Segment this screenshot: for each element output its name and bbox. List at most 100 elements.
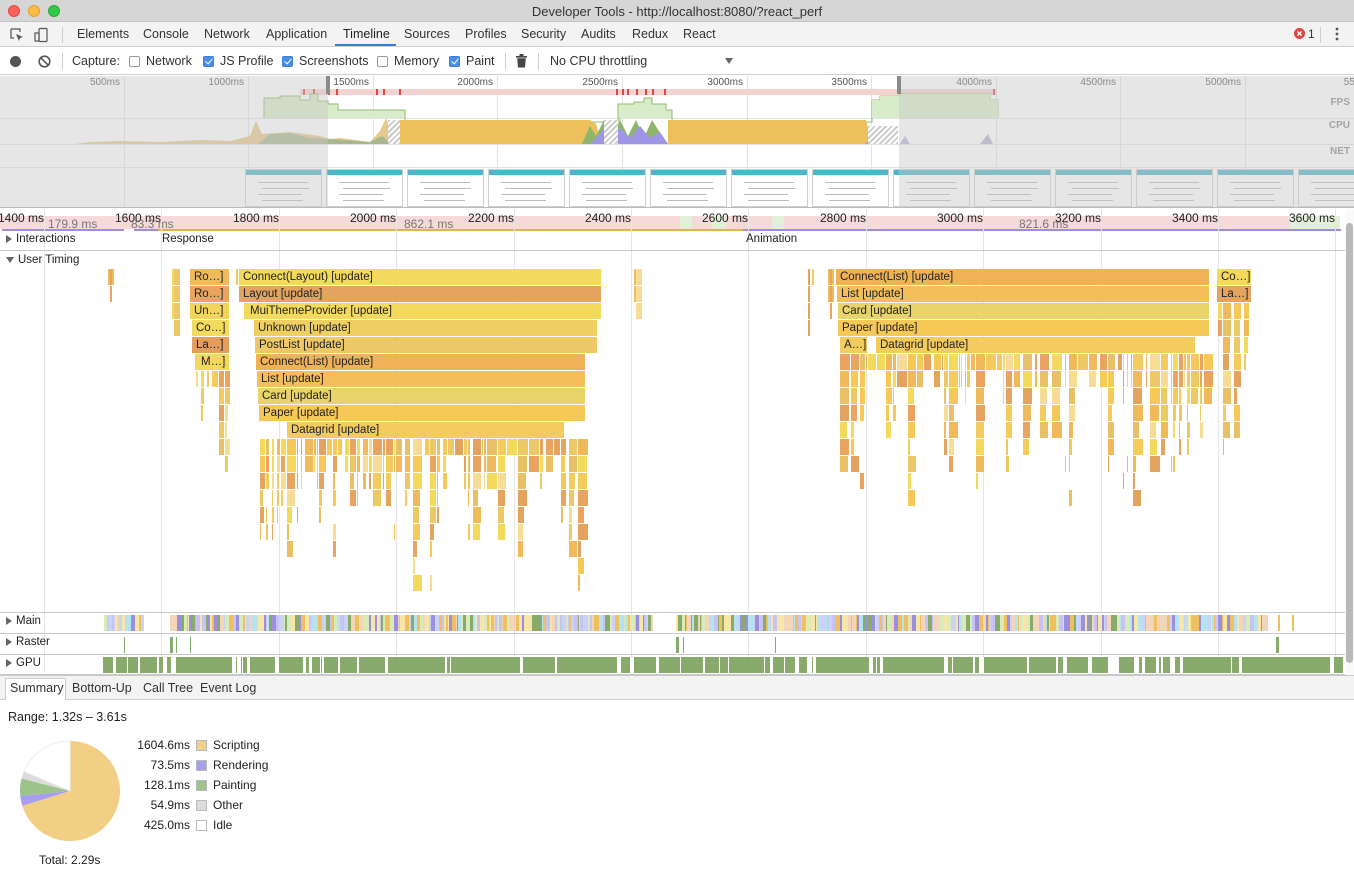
flame-entry[interactable] — [405, 456, 411, 472]
flame-entry[interactable] — [1108, 405, 1113, 421]
flame-entry[interactable] — [1023, 388, 1033, 404]
flame-entry[interactable] — [1123, 456, 1124, 472]
flame-entry[interactable] — [1179, 422, 1181, 438]
flame-entry[interactable] — [808, 269, 810, 285]
flame-entry[interactable] — [498, 524, 506, 540]
flame-entry[interactable] — [1100, 371, 1108, 387]
flame-entry[interactable] — [319, 473, 325, 489]
flame-entry[interactable] — [272, 473, 275, 489]
flame-entry[interactable] — [277, 507, 279, 523]
flame-entry[interactable] — [314, 507, 315, 523]
flame-entry[interactable] — [437, 541, 438, 557]
flame-entry[interactable] — [333, 507, 334, 523]
selection-left-handle[interactable] — [326, 76, 330, 94]
flame-entry[interactable] — [1065, 371, 1067, 387]
flame-entry[interactable] — [976, 405, 986, 421]
flame-entry[interactable] — [1244, 371, 1245, 387]
tab-sources[interactable]: Sources — [404, 27, 450, 41]
flame-entry[interactable] — [961, 439, 962, 455]
flame-entry[interactable] — [886, 422, 892, 438]
flame-entry[interactable] — [464, 473, 467, 489]
interaction-bar[interactable] — [2, 229, 124, 231]
flame-entry[interactable] — [363, 473, 367, 489]
flame-entry[interactable]: Layout [update] — [239, 286, 602, 302]
flame-entry[interactable] — [1223, 354, 1230, 370]
flame-entry[interactable] — [468, 456, 471, 472]
flame-entry[interactable] — [1006, 439, 1009, 455]
flame-entry[interactable]: Ro…] — [190, 269, 230, 285]
flame-entry[interactable] — [394, 558, 395, 574]
flame-entry[interactable] — [1161, 388, 1168, 404]
flame-entry[interactable] — [394, 473, 395, 489]
flame-entry[interactable] — [1223, 320, 1232, 336]
flame-entry[interactable] — [468, 541, 469, 557]
flame-entry[interactable] — [487, 456, 497, 472]
flame-entry[interactable] — [840, 354, 851, 370]
flame-entry[interactable] — [1069, 490, 1073, 506]
flame-entry[interactable] — [1150, 371, 1161, 387]
flame-entry[interactable] — [272, 575, 273, 591]
flame-entry[interactable] — [287, 490, 296, 506]
main-thread-event[interactable] — [141, 615, 144, 631]
flame-entry[interactable] — [851, 439, 855, 455]
flame-entry[interactable] — [225, 439, 231, 455]
flame-entry[interactable] — [498, 507, 505, 523]
flame-entry[interactable] — [1171, 422, 1172, 438]
flame-entry[interactable] — [851, 388, 858, 404]
flame-entry[interactable] — [561, 473, 567, 489]
flame-entry[interactable] — [851, 456, 860, 472]
flame-entry[interactable] — [1123, 354, 1125, 370]
response-interaction-bar[interactable] — [158, 229, 743, 231]
flame-entry[interactable] — [965, 456, 966, 472]
flame-entry[interactable] — [317, 558, 318, 574]
flame-entry[interactable] — [196, 371, 199, 387]
flame-entry[interactable] — [357, 439, 361, 455]
flame-entry[interactable] — [965, 388, 967, 404]
flame-entry[interactable] — [961, 388, 962, 404]
flame-entry[interactable] — [1040, 388, 1048, 404]
tab-elements[interactable]: Elements — [77, 27, 129, 41]
flame-entry[interactable] — [518, 439, 529, 455]
tab-audits[interactable]: Audits — [581, 27, 616, 41]
flame-entry[interactable] — [860, 405, 865, 421]
flame-entry[interactable] — [1187, 473, 1188, 489]
flame-entry[interactable] — [860, 371, 866, 387]
main-thread-event[interactable] — [1278, 615, 1280, 631]
flame-entry[interactable]: La…] — [1217, 286, 1252, 302]
flame-entry[interactable] — [333, 524, 337, 540]
flame-entry[interactable] — [578, 541, 582, 557]
flame-entry[interactable] — [212, 371, 219, 387]
flame-entry[interactable] — [319, 490, 323, 506]
flame-entry[interactable] — [201, 405, 204, 421]
flame-entry[interactable] — [578, 524, 589, 540]
flame-entry[interactable]: Card [update] — [838, 303, 1210, 319]
flame-entry[interactable] — [317, 490, 318, 506]
raster-thread-event[interactable] — [176, 637, 177, 653]
flame-entry[interactable] — [413, 490, 421, 506]
flame-entry[interactable] — [546, 456, 554, 472]
flame-entry[interactable] — [383, 490, 384, 506]
flame-entry[interactable] — [277, 473, 280, 489]
tab-bottom-up[interactable]: Bottom-Up — [72, 681, 132, 695]
flame-entry[interactable] — [1069, 439, 1073, 455]
memory-checkbox-label[interactable]: Memory — [394, 54, 439, 68]
flame-entry[interactable] — [1184, 371, 1186, 387]
flame-entry[interactable] — [1123, 439, 1124, 455]
screenshots-checkbox-label[interactable]: Screenshots — [299, 54, 368, 68]
flame-entry[interactable] — [851, 422, 855, 438]
flame-entry[interactable] — [578, 456, 588, 472]
flame-entry[interactable]: MuiThemeProvider [update] — [244, 303, 602, 319]
flame-entry[interactable] — [487, 439, 498, 455]
flame-entry[interactable] — [498, 439, 507, 455]
flame-entry[interactable] — [1204, 388, 1213, 404]
flame-entry[interactable] — [1078, 354, 1089, 370]
flame-entry[interactable] — [949, 422, 959, 438]
flame-entry[interactable] — [569, 524, 573, 540]
flame-entry[interactable] — [314, 473, 315, 489]
main-thread-event[interactable] — [651, 615, 653, 631]
flame-entry[interactable] — [851, 405, 858, 421]
screenshot-thumbnail[interactable] — [488, 169, 565, 207]
flame-entry[interactable] — [830, 269, 832, 285]
flame-entry[interactable] — [1006, 371, 1013, 387]
flame-entry[interactable] — [430, 524, 435, 540]
